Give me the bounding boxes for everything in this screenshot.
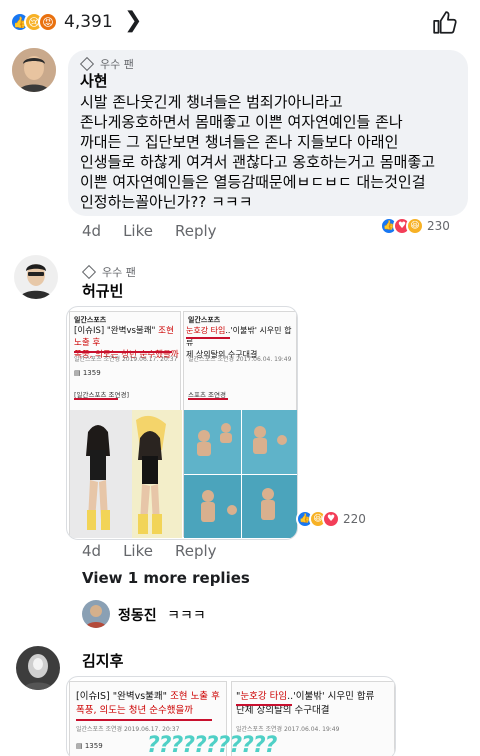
headline-part: 조현 노출 후: [167, 691, 220, 702]
comment-time: 4d: [82, 222, 102, 240]
view-more-replies[interactable]: View 1 more replies: [82, 569, 250, 587]
like-link[interactable]: Like: [123, 542, 153, 560]
news-meta: 일간스포츠 조연경 2017.06.04. 19:49: [236, 726, 340, 733]
image-attachment[interactable]: 일간스포츠 [이슈IS] "완벽vs불쾌" 조현 노출 후 폭풍, 의도는 청년…: [66, 306, 298, 540]
avatar[interactable]: [82, 600, 110, 628]
headline-part: 눈호강 타임: [186, 326, 226, 335]
comment-reactions[interactable]: 👍 ♥ 😆 230: [380, 217, 450, 235]
diamond-icon: [81, 264, 97, 280]
comment-author[interactable]: 사현: [80, 70, 108, 91]
news-headline: [이슈IS] "완벽vs불쾌" 조현 노출 후 폭풍, 의도는 청년 순수했을까: [76, 690, 228, 718]
red-underline: [74, 398, 118, 400]
reaction-count: 230: [427, 219, 450, 233]
news-screenshot-left: 일간스포츠 [이슈IS] "완벽vs불쾌" 조현 노출 후 폭풍, 의도는 청년…: [69, 311, 182, 538]
like-button-icon[interactable]: [432, 10, 458, 36]
photo-cheerleaders: [70, 410, 182, 538]
love-reaction-icon: ♥: [322, 510, 340, 528]
avatar[interactable]: [16, 646, 60, 690]
comment-line: 까대든 그 집단보면 챙녀들은 존나 지들보다 아래인: [80, 133, 399, 151]
headline-part: "완벽vs불쾌": [112, 691, 168, 702]
news-source: 일간스포츠: [74, 316, 107, 324]
views: 1359: [82, 369, 101, 377]
avatar[interactable]: [14, 255, 58, 299]
headline-part: "완벽vs불쾌": [106, 326, 156, 336]
headline-part: 눈호강 타임: [240, 691, 288, 702]
diamond-icon: [79, 56, 95, 72]
comment-bubble: 우수 팬 사현 시발 존나웃긴게 챙녀들은 범죄가아니라고 존나게옹호하면서 몸…: [68, 50, 468, 216]
news-tag: [이슈IS]: [74, 326, 105, 336]
headline-part: 단체 상의탈의 수구대결: [236, 705, 330, 716]
reaction-summary[interactable]: 👍 😢 😡 4,391: [10, 12, 113, 32]
reaction-summary-bar: 👍 😢 😡 4,391 ❯: [0, 0, 480, 46]
red-underline: [188, 398, 228, 400]
headline-part: 폭풍, 의도는 청년 순수했을까: [76, 705, 193, 716]
comment-actions: 4d Like Reply: [82, 222, 217, 240]
news-meta: 일간스포츠 조연경 2017.06.04. 19:49: [188, 356, 292, 363]
reply-link[interactable]: Reply: [175, 542, 217, 560]
views: 1359: [84, 742, 103, 750]
red-underline: [76, 719, 212, 721]
comment-line: 존나게옹호하면서 몸매좋고 이쁜 여자연예인들 존나: [80, 113, 403, 131]
comment-line: 인생들로 하찮게 여겨서 괜찮다고 옹호하는거고 몸매좋고: [80, 153, 436, 171]
comment-author[interactable]: 김지후: [82, 650, 123, 671]
chevron-right-icon[interactable]: ❯: [124, 8, 142, 33]
comment-line: 인정하는꼴아닌가?? ㅋㅋㅋ: [80, 193, 253, 211]
comment-time: 4d: [82, 542, 102, 560]
reply-text: ㅋㅋㅋ: [167, 608, 206, 624]
headline-part: ..'이불밖' 시우민 합류: [287, 691, 375, 702]
news-meta: 일간스포츠 조연경 2019.06.17. 20:37: [76, 726, 180, 733]
view-count: ▤ 1359: [76, 742, 103, 750]
red-underline: [74, 351, 172, 353]
reaction-count[interactable]: 4,391: [64, 12, 113, 32]
reply-link[interactable]: Reply: [175, 222, 217, 240]
red-underline: [236, 704, 292, 706]
badge-label: 우수 팬: [102, 266, 136, 279]
top-fan-badge: 우수 팬: [81, 264, 136, 280]
reply-line: 정동진 ㅋㅋㅋ: [118, 605, 206, 625]
reply-author[interactable]: 정동진: [118, 608, 157, 624]
avatar[interactable]: [12, 48, 56, 92]
news-tag: [이슈IS]: [76, 691, 110, 702]
view-count: ▤ 1359: [74, 369, 101, 377]
reaction-count: 220: [343, 512, 366, 526]
comment-line: 시발 존나웃긴게 챙녀들은 범죄가아니라고: [80, 93, 343, 111]
comment-line: 이쁜 여자연예인들은 열등감때문에ㅂㄷㅂㄷ 대는것인걸: [80, 173, 426, 191]
comment-text: 시발 존나웃긴게 챙녀들은 범죄가아니라고 존나게옹호하면서 몸매좋고 이쁜 여…: [80, 92, 465, 212]
like-link[interactable]: Like: [123, 222, 153, 240]
question-marks-overlay: ???????????: [147, 733, 277, 756]
news-screenshot-right: 일간스포츠 눈호강 타임..'이불밖' 시우민 합류 제 상의탈의 수구대결 일…: [183, 311, 297, 538]
comment-author[interactable]: 허규빈: [82, 280, 123, 301]
comment-reactions[interactable]: 👍 😆 ♥ 220: [296, 510, 366, 528]
haha-reaction-icon: 😆: [406, 217, 424, 235]
photo-pool: [184, 410, 297, 538]
angry-reaction-icon: 😡: [38, 12, 58, 32]
comment-actions: 4d Like Reply: [82, 542, 217, 560]
news-meta: 일간스포츠 조연경 2019.06.17. 20:37: [74, 356, 178, 363]
news-source: 일간스포츠: [188, 316, 221, 324]
red-underline: [186, 337, 230, 339]
image-attachment[interactable]: [이슈IS] "완벽vs불쾌" 조현 노출 후 폭풍, 의도는 청년 순수했을까…: [66, 676, 396, 756]
